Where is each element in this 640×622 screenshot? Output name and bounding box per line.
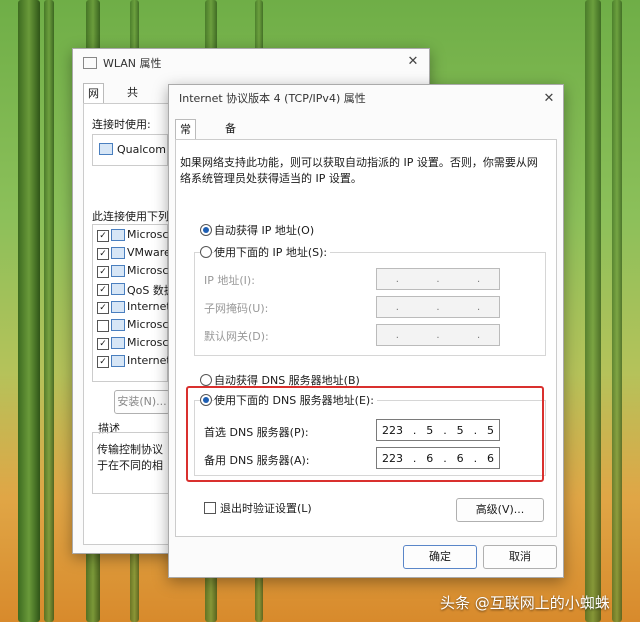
- bamboo-stalk: [612, 0, 622, 622]
- wlan-title: WLAN 属性: [103, 57, 162, 70]
- component-icon: [111, 337, 125, 349]
- bamboo-stalk: [44, 0, 54, 622]
- intro-text-line2: 络系统管理员处获得适当的 IP 设置。: [180, 172, 362, 185]
- gateway-field[interactable]: ...: [376, 324, 500, 346]
- subnet-mask-label: 子网掩码(U):: [204, 302, 269, 315]
- adapter-icon: [99, 143, 113, 155]
- component-icon: [111, 283, 125, 295]
- ipv4-title: Internet 协议版本 4 (TCP/IPv4) 属性: [179, 92, 366, 105]
- validate-checkbox[interactable]: [204, 502, 216, 514]
- ipv4-close-button[interactable]: ✕: [541, 91, 557, 107]
- auto-dns-radio[interactable]: [200, 374, 212, 386]
- tab-sharing[interactable]: 共享: [123, 83, 142, 119]
- ip-address-label: IP 地址(I):: [204, 274, 255, 287]
- wlan-titlebar: WLAN 属性: [73, 49, 429, 77]
- tab-alternate-config[interactable]: 备用配置: [221, 119, 240, 195]
- adapter-box: Qualcom: [92, 134, 168, 166]
- item-label: Microsc: [127, 318, 169, 331]
- item-label: VMware: [127, 246, 171, 259]
- description-box: 传输控制协议 于在不同的相: [92, 432, 170, 494]
- subnet-mask-field[interactable]: ...: [376, 296, 500, 318]
- watermark-text: 头条 @互联网上的小蜘蛛: [440, 594, 610, 612]
- ok-button[interactable]: 确定: [403, 545, 477, 569]
- component-icon: [111, 247, 125, 259]
- ipv4-titlebar: Internet 协议版本 4 (TCP/IPv4) 属性: [169, 85, 563, 111]
- bamboo-stalk: [585, 0, 601, 622]
- item-label: Microsc: [127, 336, 169, 349]
- item-label: Microsc: [127, 228, 169, 241]
- wlan-close-button[interactable]: ✕: [405, 54, 421, 70]
- validate-label: 退出时验证设置(L): [220, 502, 312, 515]
- item-label: Internet: [127, 300, 171, 313]
- description-line: 于在不同的相: [97, 459, 163, 472]
- items-label: 此连接使用下列项: [92, 210, 180, 223]
- tab-general[interactable]: 常规: [175, 119, 196, 156]
- auto-ip-label: 自动获得 IP 地址(O): [214, 224, 315, 237]
- cancel-button[interactable]: 取消: [483, 545, 557, 569]
- network-icon: [83, 57, 97, 69]
- manual-ip-radio[interactable]: [200, 246, 212, 258]
- adapter-name: Qualcom: [117, 143, 166, 156]
- manual-ip-label: 使用下面的 IP 地址(S):: [214, 244, 331, 260]
- bamboo-stalk: [18, 0, 40, 622]
- component-icon: [111, 301, 125, 313]
- item-label: Microsc: [127, 264, 169, 277]
- connect-using-label: 连接时使用:: [92, 118, 151, 131]
- description-line: 传输控制协议: [97, 443, 163, 456]
- component-icon: [111, 265, 125, 277]
- highlight-box: [186, 386, 544, 482]
- items-list: ✓ Microsc ✓ VMware ✓ Microsc ✓ QoS 数据 ✓ Inter…: [92, 224, 175, 382]
- ipv4-properties-dialog: Internet 协议版本 4 (TCP/IPv4) 属性 ✕ 常规 备用配置 …: [168, 84, 564, 578]
- tab-network[interactable]: 网络: [83, 83, 104, 120]
- advanced-button[interactable]: 高级(V)...: [456, 498, 544, 522]
- auto-ip-radio[interactable]: [200, 224, 212, 236]
- install-button[interactable]: 安装(N)...: [114, 390, 170, 414]
- gateway-label: 默认网关(D):: [204, 330, 269, 343]
- intro-text-line1: 如果网络支持此功能，则可以获取自动指派的 IP 设置。否则，你需要从网: [180, 156, 538, 169]
- component-icon: [111, 229, 125, 241]
- ipv4-tab-panel: 如果网络支持此功能，则可以获取自动指派的 IP 设置。否则，你需要从网 络系统管…: [175, 139, 557, 537]
- component-icon: [111, 355, 125, 367]
- item-label: Internet: [127, 354, 171, 367]
- ip-address-field[interactable]: ...: [376, 268, 500, 290]
- component-icon: [111, 319, 125, 331]
